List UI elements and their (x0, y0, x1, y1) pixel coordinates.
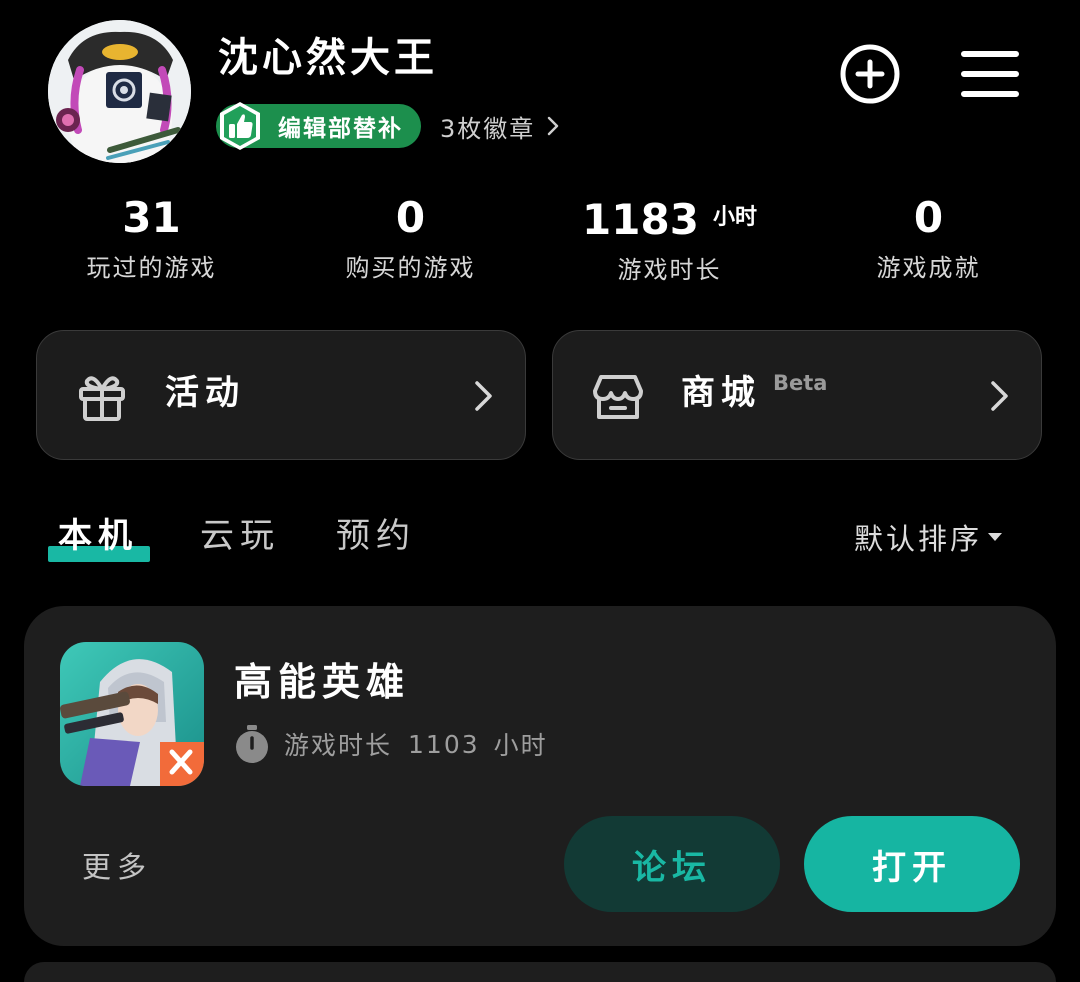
store-card[interactable]: 商城 Beta (552, 330, 1042, 460)
tab-cloud[interactable]: 云玩 (200, 512, 280, 560)
next-game-card (24, 962, 1056, 982)
play-time-unit: 小时 (493, 731, 548, 760)
tab-reservation[interactable]: 预约 (336, 512, 416, 560)
stat-value: 1183 (582, 195, 699, 244)
gift-icon (79, 376, 125, 421)
menu-icon[interactable] (960, 48, 1020, 100)
stat-value: 31 (122, 193, 181, 242)
penguin-avatar-image (48, 20, 191, 163)
play-time-value: 1103 (408, 729, 480, 759)
thumbs-up-icon (220, 102, 260, 150)
open-button[interactable]: 打开 (804, 816, 1020, 912)
play-time-label: 游戏时长 (284, 731, 393, 760)
badge-count-label: 3枚徽章 (440, 114, 536, 143)
chevron-right-icon (991, 381, 1008, 411)
game-cover-image (60, 642, 204, 786)
avatar[interactable] (48, 20, 191, 163)
beta-tag: Beta (773, 371, 828, 395)
stats-row: 31 玩过的游戏 0 购买的游戏 1183 小时 游戏时长 0 游戏成就 (22, 192, 1058, 285)
game-icon[interactable] (60, 642, 204, 786)
stat-value: 0 (913, 193, 944, 242)
stat-label: 玩过的游戏 (86, 254, 217, 282)
badge-label: 编辑部替补 (278, 116, 403, 142)
activity-label: 活动 (165, 373, 245, 413)
game-play-time: 游戏时长 1103 小时 (234, 724, 548, 764)
badge-pill[interactable]: 编辑部替补 (216, 102, 421, 150)
username: 沈心然大王 (218, 35, 438, 81)
game-title: 高能英雄 (234, 660, 411, 704)
stat-games-purchased[interactable]: 0 购买的游戏 (281, 192, 540, 285)
stat-achievements[interactable]: 0 游戏成就 (799, 192, 1058, 285)
badge-count-link[interactable]: 3枚徽章 (440, 108, 559, 144)
stat-unit: 小时 (712, 205, 757, 230)
sort-dropdown[interactable]: 默认排序 (854, 516, 1003, 558)
sort-label: 默认排序 (854, 522, 983, 556)
stat-games-played[interactable]: 31 玩过的游戏 (22, 192, 281, 285)
tab-local[interactable]: 本机 (58, 512, 138, 560)
forum-button[interactable]: 论坛 (564, 816, 780, 912)
chevron-right-icon (548, 116, 559, 136)
stat-play-time[interactable]: 1183 小时 游戏时长 (540, 192, 799, 285)
caret-down-icon (988, 533, 1003, 541)
store-label: 商城 (681, 373, 761, 413)
activity-card[interactable]: 活动 (36, 330, 526, 460)
stat-label: 游戏时长 (617, 256, 722, 284)
more-button[interactable]: 更多 (82, 844, 152, 886)
store-icon (593, 375, 643, 419)
stat-value: 0 (395, 193, 426, 242)
stat-label: 游戏成就 (876, 254, 981, 282)
stat-label: 购买的游戏 (345, 254, 476, 282)
game-card[interactable]: 高能英雄 游戏时长 1103 小时 更多 论坛 打开 (24, 606, 1056, 946)
add-circle-icon[interactable] (838, 42, 902, 106)
chevron-right-icon (475, 381, 492, 411)
stopwatch-icon (236, 725, 268, 763)
